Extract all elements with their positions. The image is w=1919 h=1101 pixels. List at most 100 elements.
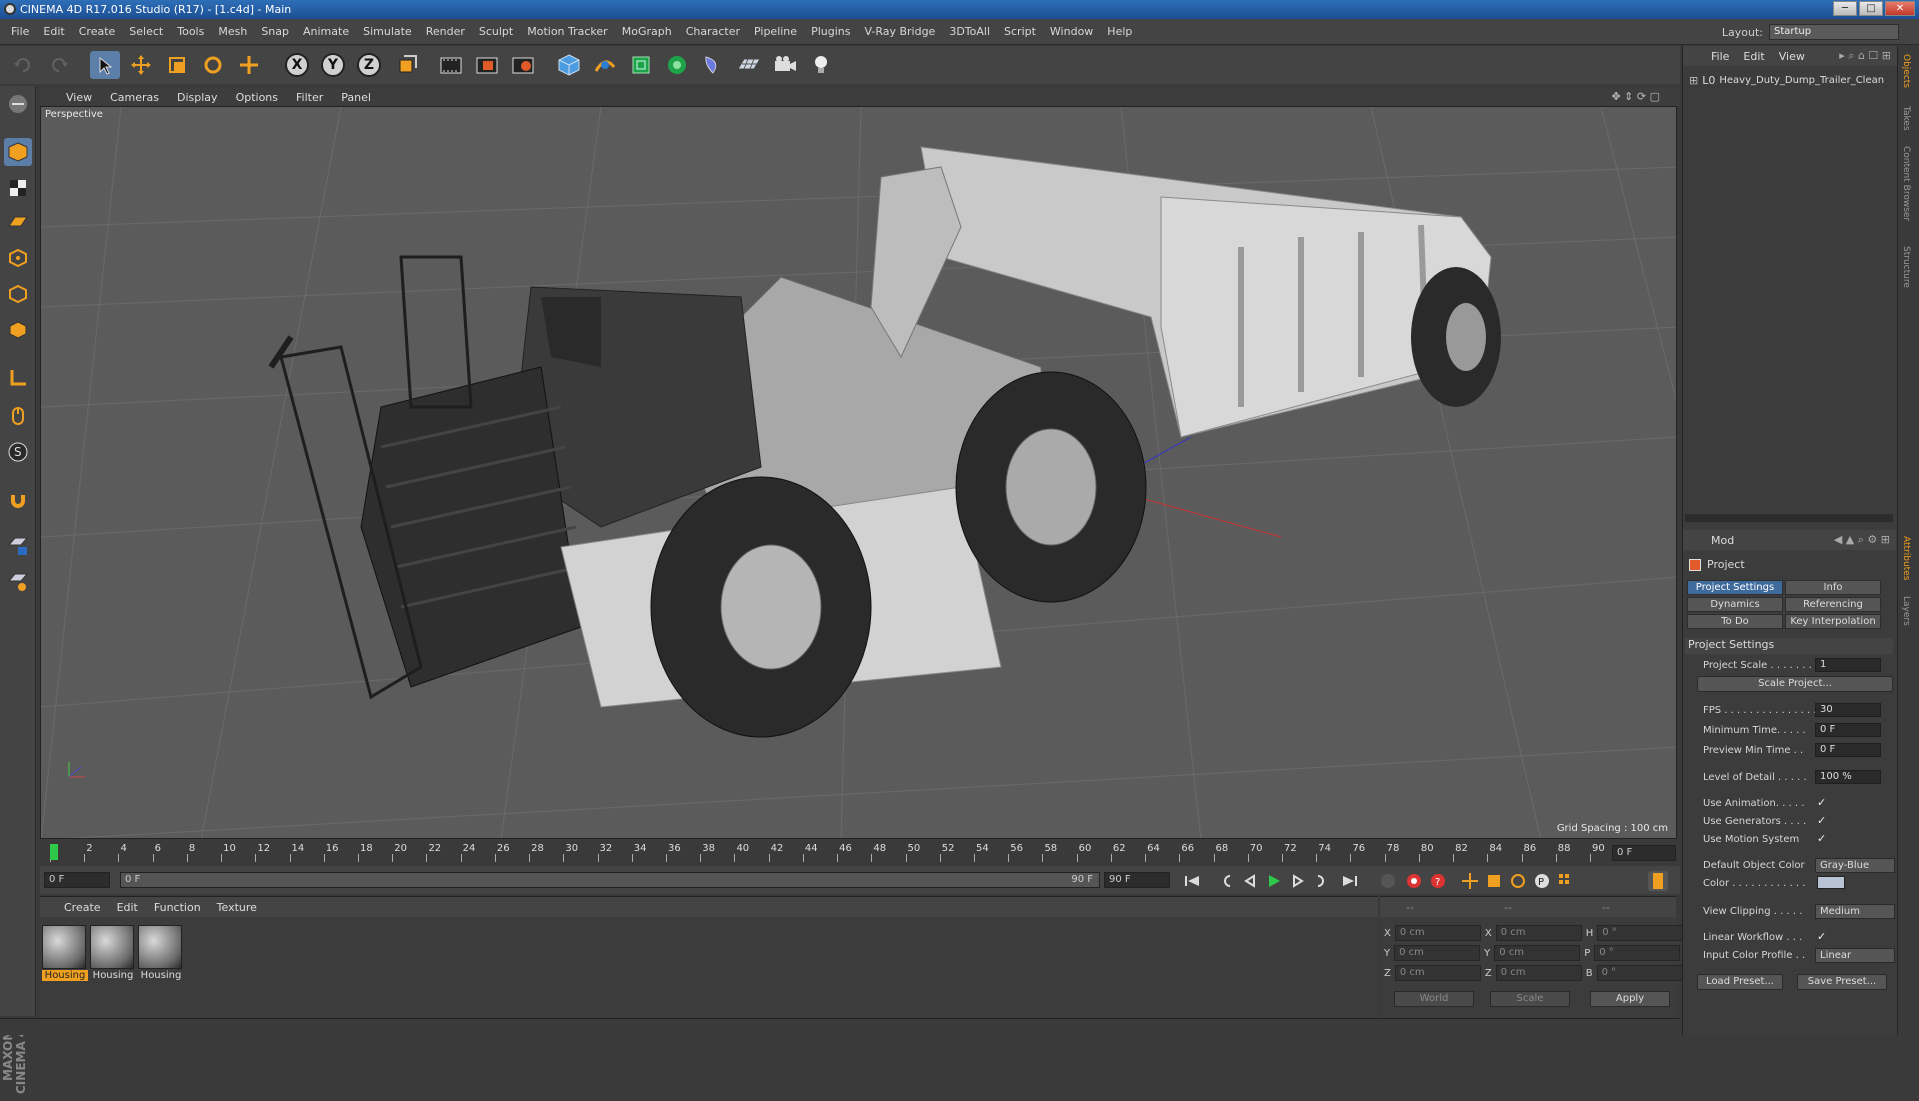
menu-pipeline[interactable]: Pipeline [747,25,804,38]
lock-workplane-icon[interactable] [4,532,32,560]
tab-project-settings[interactable]: Project Settings [1687,580,1783,595]
key-pla-icon[interactable] [1556,871,1576,891]
menu-snap[interactable]: Snap [254,25,296,38]
menu-render[interactable]: Render [419,25,472,38]
move-tool-icon[interactable] [126,51,156,79]
use-animation-checkbox[interactable]: ✓ [1817,796,1826,809]
save-preset-button[interactable]: Save Preset... [1797,974,1887,990]
objects-menu-file[interactable]: File [1711,50,1729,63]
timeline-ruler[interactable]: 0246810121416182022242628303234363840424… [40,842,1680,864]
texture-mode-icon[interactable] [4,174,32,202]
position-z-field[interactable]: 0 cm [1394,965,1481,981]
make-editable-icon[interactable] [4,90,32,118]
live-selection-icon[interactable] [90,51,120,79]
use-generators-checkbox[interactable]: ✓ [1817,814,1826,827]
deformer-icon[interactable] [698,51,728,79]
use-motion-system-checkbox[interactable]: ✓ [1817,832,1826,845]
menu-character[interactable]: Character [679,25,747,38]
rotation-b-field[interactable]: 0 ° [1596,965,1683,981]
viewport-nav-icons[interactable]: ✥ ⇕ ⟳ ▢ [1611,90,1660,103]
size-z-field[interactable]: 0 cm [1495,965,1582,981]
color-swatch[interactable] [1817,876,1845,889]
size-mode-select[interactable]: Scale [1490,991,1570,1007]
previous-key-icon[interactable] [1216,871,1236,891]
spline-pen-icon[interactable] [590,51,620,79]
side-tab-structure[interactable]: Structure [1901,246,1911,288]
size-x-field[interactable]: 0 cm [1495,925,1582,941]
linear-workflow-checkbox[interactable]: ✓ [1817,930,1826,943]
apply-button[interactable]: Apply [1590,991,1670,1007]
tab-dynamics[interactable]: Dynamics [1687,597,1783,612]
edges-mode-icon[interactable] [4,280,32,308]
rotate-tool-icon[interactable] [198,51,228,79]
key-rotation-icon[interactable] [1508,871,1528,891]
timeline-layout-icon[interactable] [1648,871,1668,891]
input-color-profile-select[interactable]: Linear [1815,948,1895,963]
material-swatch[interactable]: Housing [90,925,136,985]
model-mode-icon[interactable] [4,138,32,166]
layout-select[interactable]: Startup [1769,24,1899,40]
y-axis-lock-icon[interactable]: Y [318,51,348,79]
cloner-icon[interactable] [662,51,692,79]
tab-to-do[interactable]: To Do [1687,614,1783,629]
tweak-mode-icon[interactable] [4,402,32,430]
attribute-manager-tool-icons[interactable]: ◀ ▲ ⌕ ⚙ ⊞ [1834,533,1890,547]
menu-file[interactable]: File [4,25,36,38]
menu-vray-bridge[interactable]: V-Ray Bridge [857,25,942,38]
key-scale-icon[interactable] [1484,871,1504,891]
viewport-menu-display[interactable]: Display [177,91,218,104]
points-mode-icon[interactable] [4,244,32,272]
workplane-mode-icon[interactable] [4,208,32,236]
material-swatch[interactable]: Housing [42,925,88,985]
preview-min-time-field[interactable]: 0 F [1815,743,1881,757]
go-to-start-icon[interactable] [1182,871,1202,891]
material-menu-function[interactable]: Function [154,901,201,914]
menu-animate[interactable]: Animate [296,25,356,38]
record-keys-disabled-icon[interactable] [1378,871,1398,891]
preview-range-slider[interactable]: 0 F 90 F [120,872,1100,888]
next-key-icon[interactable] [1312,871,1332,891]
menu-window[interactable]: Window [1043,25,1100,38]
camera-icon[interactable] [770,51,800,79]
scale-tool-icon[interactable] [162,51,192,79]
material-swatch[interactable]: Housing [138,925,184,985]
rotation-p-field[interactable]: 0 ° [1594,945,1681,961]
scale-project-button[interactable]: Scale Project... [1697,676,1893,692]
menu-plugins[interactable]: Plugins [804,25,857,38]
side-tab-content-browser[interactable]: Content Browser [1901,146,1911,221]
redo-icon[interactable] [44,51,74,79]
snapping-icon[interactable] [4,486,32,514]
render-view-icon[interactable] [436,51,466,79]
tab-key-interpolation[interactable]: Key Interpolation [1785,614,1881,629]
menu-mograph[interactable]: MoGraph [615,25,679,38]
project-scale-field[interactable]: 1 [1815,658,1881,672]
attributes-menu-mode[interactable]: Mod [1711,534,1734,547]
size-y-field[interactable]: 0 cm [1494,945,1581,961]
transform-tool-icon[interactable] [234,51,264,79]
fps-field[interactable]: 30 [1815,703,1881,717]
menu-edit[interactable]: Edit [36,25,71,38]
viewport-menu-panel[interactable]: Panel [341,91,371,104]
load-preset-button[interactable]: Load Preset... [1697,974,1783,990]
floor-object-icon[interactable] [734,51,764,79]
menu-tools[interactable]: Tools [170,25,211,38]
object-manager-scrollbar[interactable] [1685,514,1893,522]
menu-motion-tracker[interactable]: Motion Tracker [520,25,614,38]
menu-sculpt[interactable]: Sculpt [472,25,520,38]
close-button[interactable]: ✕ [1885,1,1915,16]
x-axis-lock-icon[interactable]: X [282,51,312,79]
side-tab-attributes[interactable]: Attributes [1901,536,1911,580]
undo-icon[interactable] [8,51,38,79]
tab-referencing[interactable]: Referencing [1785,597,1881,612]
playhead-marker[interactable] [50,844,58,860]
solo-mode-icon[interactable]: S [4,438,32,466]
position-y-field[interactable]: 0 cm [1394,945,1481,961]
menu-3dtoall[interactable]: 3DToAll [942,25,997,38]
expand-icon[interactable]: ⊞ [1689,74,1698,87]
coordinate-system-icon[interactable] [392,51,422,79]
default-object-color-select[interactable]: Gray-Blue [1815,858,1895,873]
z-axis-lock-icon[interactable]: Z [354,51,384,79]
menu-create[interactable]: Create [72,25,123,38]
coordinate-mode-select[interactable]: World [1394,991,1474,1007]
material-menu-create[interactable]: Create [64,901,101,914]
